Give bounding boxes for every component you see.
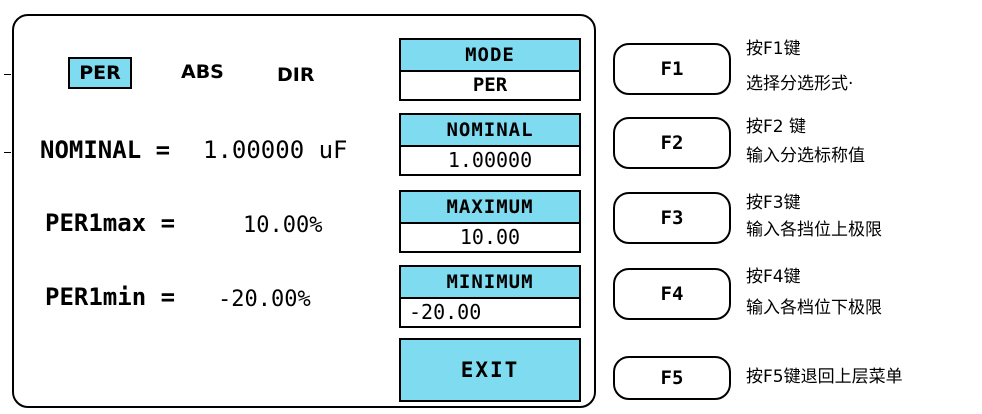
mode-tab-abs[interactable]: ABS	[181, 61, 224, 83]
f1-key[interactable]: F1	[613, 43, 731, 95]
left-edge-tick	[4, 152, 11, 153]
nominal-label: NOMINAL =	[40, 136, 171, 164]
f2-description-line2: 输入分选标称值	[746, 146, 865, 166]
maximum-softkey-value: 10.00	[401, 224, 579, 251]
f1-description-line2: 选择分选形式·	[746, 74, 854, 94]
maximum-softkey[interactable]: MAXIMUM 10.00	[399, 190, 581, 253]
maximum-softkey-header: MAXIMUM	[401, 192, 579, 224]
f5-key[interactable]: F5	[613, 356, 731, 400]
nominal-value: 1.00000 uF	[203, 136, 348, 164]
mode-tab-per[interactable]: PER	[68, 57, 132, 89]
mode-tab-dir[interactable]: DIR	[277, 64, 314, 86]
minimum-softkey[interactable]: MINIMUM -20.00	[399, 265, 581, 328]
mode-softkey-header: MODE	[401, 40, 579, 72]
f3-description: 按F3键 输入各挡位上极限	[746, 190, 882, 244]
f2-description-line1: 按F2 键	[746, 117, 806, 137]
mode-softkey-value: PER	[401, 72, 579, 99]
f2-description: 按F2 键 输入分选标称值	[746, 114, 865, 170]
f2-key[interactable]: F2	[613, 117, 731, 169]
nominal-softkey[interactable]: NOMINAL 1.00000	[399, 113, 581, 176]
f4-description: 按F4键 输入各档位下极限	[746, 264, 882, 322]
f4-key[interactable]: F4	[613, 268, 731, 320]
f3-description-line2: 输入各挡位上极限	[746, 220, 882, 240]
exit-button[interactable]: EXIT	[399, 338, 581, 402]
minimum-softkey-header: MINIMUM	[401, 267, 579, 299]
mode-softkey[interactable]: MODE PER	[399, 38, 581, 101]
left-edge-tick	[4, 74, 11, 75]
f3-key[interactable]: F3	[613, 192, 731, 244]
minimum-softkey-value: -20.00	[401, 299, 579, 326]
per1-max-value: 10.00%	[243, 213, 323, 238]
f1-description-line1: 按F1键	[746, 39, 801, 59]
per1-min-label: PER1min =	[45, 283, 176, 311]
per1-min-value: -20.00%	[218, 287, 311, 312]
f4-description-line2: 输入各档位下极限	[746, 298, 882, 318]
f1-description: 按F1键 选择分选形式·	[746, 36, 853, 98]
nominal-softkey-header: NOMINAL	[401, 115, 579, 147]
f4-description-line1: 按F4键	[746, 267, 801, 287]
f3-description-line1: 按F3键	[746, 193, 801, 213]
f5-description: 按F5键退回上层菜单	[746, 367, 903, 387]
per1-max-label: PER1max =	[45, 209, 176, 237]
nominal-softkey-value: 1.00000	[401, 147, 579, 174]
